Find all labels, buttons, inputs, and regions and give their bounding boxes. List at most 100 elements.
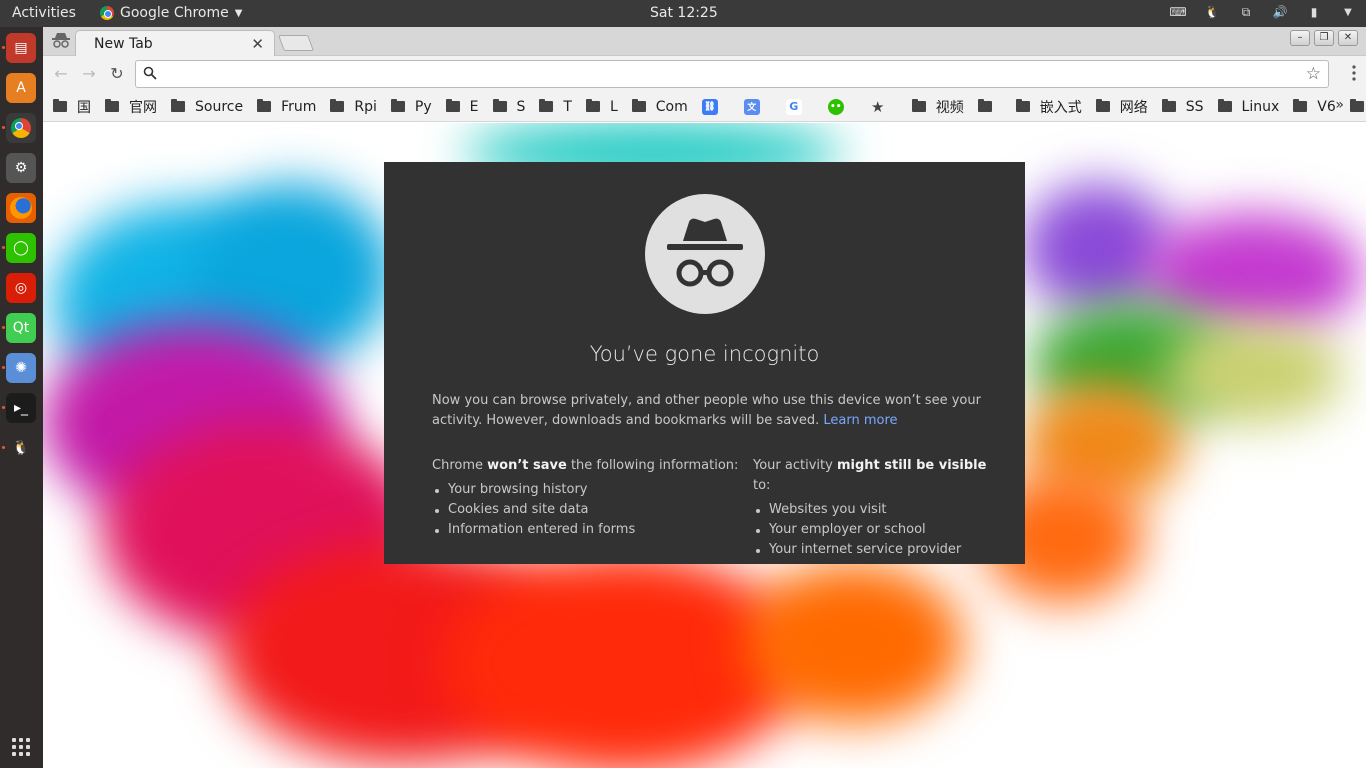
volume-icon[interactable]: 🔊 bbox=[1272, 4, 1288, 20]
dock-item-netease-music[interactable]: ◎ bbox=[6, 273, 36, 303]
browser-toolbar: ← → ↻ ☆ bbox=[43, 56, 1366, 92]
folder-icon bbox=[977, 99, 992, 112]
bookmark-folder[interactable]: T bbox=[539, 99, 572, 115]
clock[interactable]: Sat 12:25 bbox=[650, 5, 718, 21]
bookmark-label: Source bbox=[195, 98, 244, 115]
bookmark-label: S bbox=[516, 98, 526, 115]
battery-icon[interactable]: ▮ bbox=[1306, 4, 1322, 20]
list-item: Websites you visit bbox=[753, 500, 993, 520]
bookmark-label: Linux bbox=[1241, 98, 1280, 115]
bookmark-folder[interactable]: E bbox=[445, 99, 479, 115]
chrome-window: New Tab ✕ – ❐ ✕ ← → ↻ ☆ 国 官网 Source Frum Rpi… bbox=[43, 27, 1366, 768]
bookmark-folder[interactable]: News bbox=[1349, 99, 1366, 115]
bookmark-link[interactable]: ⛓ bbox=[701, 98, 730, 115]
close-window-button[interactable]: ✕ bbox=[1338, 30, 1358, 46]
bookmark-folder[interactable]: Com bbox=[631, 99, 688, 115]
settings-icon: ⚙ bbox=[14, 160, 28, 176]
dock-item-qt-creator[interactable]: Qt bbox=[6, 313, 36, 343]
qq-tray-icon[interactable]: 🐧 bbox=[1204, 4, 1220, 20]
dock-item-chrome[interactable] bbox=[6, 113, 36, 143]
folder-icon bbox=[1015, 99, 1030, 112]
incognito-icon bbox=[645, 194, 765, 314]
running-indicator bbox=[2, 366, 5, 369]
app-menu-label: Google Chrome bbox=[120, 5, 229, 21]
bookmark-folder[interactable]: 视频 bbox=[911, 97, 964, 117]
reload-button[interactable]: ↻ bbox=[107, 64, 127, 84]
chevron-down-icon[interactable]: ▼ bbox=[1340, 4, 1356, 20]
folder-icon bbox=[257, 99, 272, 112]
running-indicator bbox=[2, 406, 5, 409]
minimize-button[interactable]: – bbox=[1290, 30, 1310, 46]
new-tab-button[interactable] bbox=[278, 35, 314, 51]
tab-new-tab[interactable]: New Tab ✕ bbox=[75, 30, 275, 57]
folder-icon bbox=[1161, 99, 1176, 112]
bookmark-folder[interactable]: 嵌入式 bbox=[1015, 97, 1082, 117]
terminal-icon: ▸_ bbox=[13, 400, 29, 416]
chrome-menu-button[interactable] bbox=[1352, 65, 1358, 81]
folder-icon bbox=[171, 99, 185, 112]
bookmark-folder[interactable]: 网络 bbox=[1095, 97, 1148, 117]
bookmark-folder[interactable]: S bbox=[492, 98, 526, 115]
bookmark-star-icon[interactable]: ☆ bbox=[1306, 64, 1321, 84]
activities-button[interactable]: Activities bbox=[12, 5, 76, 21]
show-applications-icon[interactable] bbox=[12, 738, 30, 756]
system-tool-icon: ✺ bbox=[15, 360, 27, 376]
search-icon bbox=[143, 66, 157, 84]
bookmark-google[interactable]: G bbox=[785, 98, 814, 115]
dock-item-software-center[interactable]: A bbox=[6, 73, 36, 103]
bookmark-folder[interactable]: V6 bbox=[1293, 98, 1336, 115]
keyboard-icon[interactable]: ⌨ bbox=[1169, 4, 1186, 20]
dock-item-firefox[interactable] bbox=[6, 193, 36, 223]
bookmark-folder[interactable]: 国 bbox=[53, 97, 91, 117]
bookmark-label: 国 bbox=[77, 99, 91, 116]
restore-button[interactable]: ❐ bbox=[1314, 30, 1334, 46]
dock-item-qq[interactable]: 🐧 bbox=[6, 433, 36, 463]
folder-icon bbox=[585, 99, 600, 112]
dock-item-wechat[interactable]: ◯ bbox=[6, 233, 36, 263]
bookmark-label: 网络 bbox=[1119, 99, 1148, 116]
bookmark-star[interactable]: ★ bbox=[870, 97, 898, 116]
address-bar[interactable]: ☆ bbox=[135, 60, 1329, 88]
back-button[interactable]: ← bbox=[51, 64, 71, 84]
bookmark-label: Py bbox=[414, 98, 432, 115]
bookmarks-overflow-button[interactable]: » bbox=[1335, 97, 1344, 113]
close-icon[interactable]: ✕ bbox=[251, 35, 264, 53]
dock-item-settings[interactable]: ⚙ bbox=[6, 153, 36, 183]
bookmark-label: V6 bbox=[1317, 98, 1336, 115]
bookmark-label: 嵌入式 bbox=[1039, 99, 1082, 116]
bookmark-label: 视频 bbox=[935, 99, 964, 116]
app-menu[interactable]: Google Chrome ▼ bbox=[100, 5, 242, 21]
star-icon: ★ bbox=[871, 97, 885, 116]
bookmark-folder[interactable]: Source bbox=[171, 99, 243, 115]
incognito-description: Now you can browse privately, and other … bbox=[432, 391, 992, 431]
bookmark-folder[interactable] bbox=[977, 99, 1002, 112]
bookmark-folder[interactable]: Frum bbox=[257, 99, 316, 115]
bookmark-folder[interactable]: Linux bbox=[1217, 98, 1280, 115]
forward-button[interactable]: → bbox=[79, 64, 99, 84]
bookmark-folder[interactable]: Py bbox=[390, 98, 432, 115]
list-item: Information entered in forms bbox=[432, 520, 742, 540]
dock-item-system-tool[interactable]: ✺ bbox=[6, 353, 36, 383]
bookmarks-bar: 国 官网 Source Frum Rpi Py E S T L Com ⛓ 文 G •• ★ 视频 嵌入式 网络 SS… bbox=[43, 92, 1366, 122]
bookmark-folder[interactable]: Rpi bbox=[330, 99, 377, 115]
bookmark-wechat[interactable]: •• bbox=[827, 98, 856, 115]
list-item: Your employer or school bbox=[753, 520, 993, 540]
running-indicator bbox=[2, 446, 5, 449]
dock-item-files[interactable]: ▤ bbox=[6, 33, 36, 63]
folder-icon bbox=[1293, 99, 1308, 112]
folder-icon bbox=[1217, 99, 1232, 112]
netease-music-icon: ◎ bbox=[14, 280, 28, 296]
network-icon[interactable]: ⧉ bbox=[1238, 4, 1254, 20]
google-icon: G bbox=[785, 98, 802, 115]
list-item: Your internet service provider bbox=[753, 540, 993, 560]
bookmark-folder[interactable]: L bbox=[585, 99, 618, 115]
folder-icon bbox=[492, 99, 507, 112]
incognito-info-panel: You’ve gone incognito Now you can browse… bbox=[384, 162, 1025, 564]
dock-item-terminal[interactable]: ▸_ bbox=[6, 393, 36, 423]
bookmark-folder[interactable]: SS bbox=[1161, 99, 1204, 115]
files-icon: ▤ bbox=[14, 40, 28, 56]
system-top-bar: Activities Google Chrome ▼ Sat 12:25 ⌨ 🐧… bbox=[0, 0, 1366, 27]
bookmark-translate[interactable]: 文 bbox=[743, 98, 772, 115]
learn-more-link[interactable]: Learn more bbox=[823, 413, 897, 428]
bookmark-folder[interactable]: 官网 bbox=[105, 97, 157, 117]
